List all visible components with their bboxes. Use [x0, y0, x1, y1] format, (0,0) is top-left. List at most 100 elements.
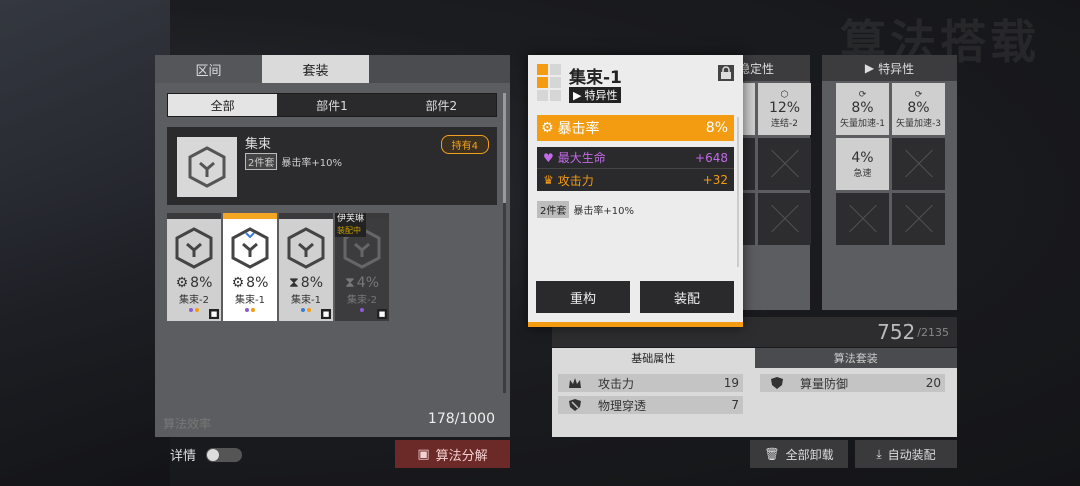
sub-stat-hp: ♥ 最大生命 +648: [537, 147, 734, 169]
algorithm-item[interactable]: ⧗ 8% 集束-1 ■: [279, 213, 333, 321]
slot-pct: 8%: [907, 99, 930, 116]
lock-icon: ■: [321, 309, 331, 319]
slot-pct: 4%: [851, 149, 874, 166]
sub-stat-value: +648: [695, 150, 728, 165]
flag-icon: ▶: [864, 61, 875, 75]
slot-special-2[interactable]: ⟳ 8% 矢量加速-3: [892, 83, 945, 135]
tab-basic-stats[interactable]: 基础属性: [552, 348, 755, 368]
owner-name: 伊芙琳: [337, 214, 365, 224]
lock-icon[interactable]: [718, 65, 734, 81]
set-bonus-line: 2件套 暴击率+10%: [245, 153, 342, 170]
unequip-all-button[interactable]: 🗑 全部卸载: [750, 440, 848, 468]
sub-stats: ♥ 最大生命 +648 ♛ 攻击力 +32: [537, 147, 734, 191]
stat-phys-pen: 物理穿透 7: [558, 396, 743, 414]
set-name: 集束: [245, 137, 272, 152]
vector-icon: ⟳: [914, 89, 923, 100]
broken-shield-icon: [569, 399, 581, 411]
set-bonus: 暴击率+10%: [573, 206, 634, 217]
type-label: 特异性: [584, 89, 618, 102]
decompose-button[interactable]: ▣ 算法分解: [395, 440, 510, 468]
item-value: ⧗ 4%: [345, 275, 379, 291]
slot-name: 急速: [853, 168, 872, 179]
cube-icon: ▣: [417, 446, 430, 462]
list-tabs: 区间 套装: [155, 55, 510, 83]
tab-set[interactable]: 套装: [262, 55, 369, 83]
slot-pct: 12%: [768, 99, 801, 116]
popup-title: 集束-1: [569, 68, 622, 88]
slot-empty[interactable]: [892, 138, 945, 190]
sub-stat-label: 最大生命: [557, 151, 606, 165]
gear-icon: ⚙: [175, 275, 189, 291]
tab-range[interactable]: 区间: [155, 55, 262, 83]
slot-empty[interactable]: [758, 138, 811, 190]
item-grid: ⚙ 8% 集束-2 ■ ⚙ 8% 集束-1 ⧗ 8% 集束-1 ■ 伊芙琳 装配中: [167, 213, 389, 321]
sub-stat-attack: ♛ 攻击力 +32: [537, 169, 734, 191]
special-header: ▶ 特异性: [822, 55, 957, 81]
trash-icon: 🗑: [764, 447, 780, 461]
slot-name: 矢量加速-3: [896, 118, 941, 129]
inventory-count: 178/1000: [427, 411, 495, 427]
set-pieces-tag: 2件套: [245, 153, 278, 170]
tab-set-stats[interactable]: 算法套装: [754, 348, 957, 368]
list-body: 全部 部件1 部件2 集束 2件套 暴击率+10% 持有4 ⚙ 8% 集束-2 ■: [155, 83, 510, 437]
owner-badge: 伊芙琳 装配中: [335, 213, 367, 237]
algorithm-item-selected[interactable]: ⚙ 8% 集束-1: [223, 213, 277, 321]
hourglass-icon: ⧗: [344, 275, 355, 291]
item-value: ⧗ 8%: [289, 275, 323, 291]
sub-stat-value: +32: [702, 173, 728, 187]
hex-icon: [230, 227, 270, 273]
slot-empty[interactable]: [836, 193, 889, 245]
slot-empty[interactable]: [892, 193, 945, 245]
stat-compute-defense: 算量防御 20: [760, 374, 945, 392]
efficiency-max: /2135: [917, 325, 949, 339]
hex-icon: ⬡: [780, 89, 789, 100]
scrollbar-thumb[interactable]: [503, 93, 506, 203]
slot-name: 矢量加速-1: [840, 118, 885, 129]
algorithm-detail-popup: 集束-1 ▶ 特异性 ⚙ 暴击率 8% ♥ 最大生命 +648 ♛ 攻击力 +32 2件…: [528, 55, 743, 327]
filter-all[interactable]: 全部: [168, 94, 278, 116]
stat-body: 攻击力 19 算量防御 20 物理穿透 7: [552, 368, 957, 437]
algorithm-item-equipped[interactable]: 伊芙琳 装配中 ⧗ 4% 集束-2 ■: [335, 213, 389, 321]
heart-icon: ♥: [543, 150, 554, 165]
part-filter: 全部 部件1 部件2: [167, 93, 497, 117]
slot-name: 连结-2: [771, 118, 798, 129]
shield-icon: [771, 377, 783, 389]
stat-value: 19: [723, 376, 739, 390]
detail-label: 详情: [170, 449, 197, 464]
slot-stable-2[interactable]: ⬡ 12% 连结-2: [758, 83, 811, 135]
equip-button[interactable]: 装配: [640, 281, 734, 313]
main-stat-value: 8%: [705, 120, 728, 136]
owned-badge: 持有4: [440, 135, 489, 154]
item-name: 集束-2: [179, 295, 209, 306]
slot-special-1[interactable]: ⟳ 8% 矢量加速-1: [836, 83, 889, 135]
lock-icon: ■: [377, 309, 387, 319]
gear-icon: ⚙: [231, 275, 245, 291]
filter-part1[interactable]: 部件1: [277, 94, 386, 116]
auto-equip-button[interactable]: ⤓ 自动装配: [855, 440, 957, 468]
main-stat-label: 暴击率: [557, 121, 600, 137]
algorithm-item[interactable]: ⚙ 8% 集束-2 ■: [167, 213, 221, 321]
download-icon: ⤓: [876, 446, 882, 461]
popup-scrollbar[interactable]: [737, 117, 739, 267]
detail-toggle[interactable]: [206, 447, 243, 462]
stat-label: 算量防御: [800, 376, 849, 391]
set-tag: 2件套: [537, 201, 570, 218]
tab-spacer: [369, 55, 510, 83]
item-pct: 8%: [190, 275, 213, 291]
slot-shape-icon: [537, 64, 561, 101]
unequip-all-label: 全部卸载: [785, 447, 834, 462]
slot-special-3[interactable]: 4% 急速: [836, 138, 889, 190]
sub-stat-label: 攻击力: [557, 173, 594, 188]
detail-toggle-row: 详情: [170, 445, 243, 464]
rarity-dots: [189, 308, 199, 312]
filter-part2[interactable]: 部件2: [387, 94, 496, 116]
slot-empty[interactable]: [758, 193, 811, 245]
item-name: 集束-1: [291, 295, 321, 306]
set-card[interactable]: 集束 2件套 暴击率+10% 持有4: [167, 127, 497, 205]
hex-icon: [286, 227, 326, 273]
item-value: ⚙ 8%: [176, 275, 213, 291]
algorithm-list-panel: 区间 套装 全部 部件1 部件2 集束 2件套 暴击率+10% 持有4 ⚙ 8% 集…: [155, 55, 510, 437]
stat-value: 7: [731, 398, 739, 412]
item-pct: 8%: [246, 275, 269, 291]
rebuild-button[interactable]: 重构: [536, 281, 630, 313]
